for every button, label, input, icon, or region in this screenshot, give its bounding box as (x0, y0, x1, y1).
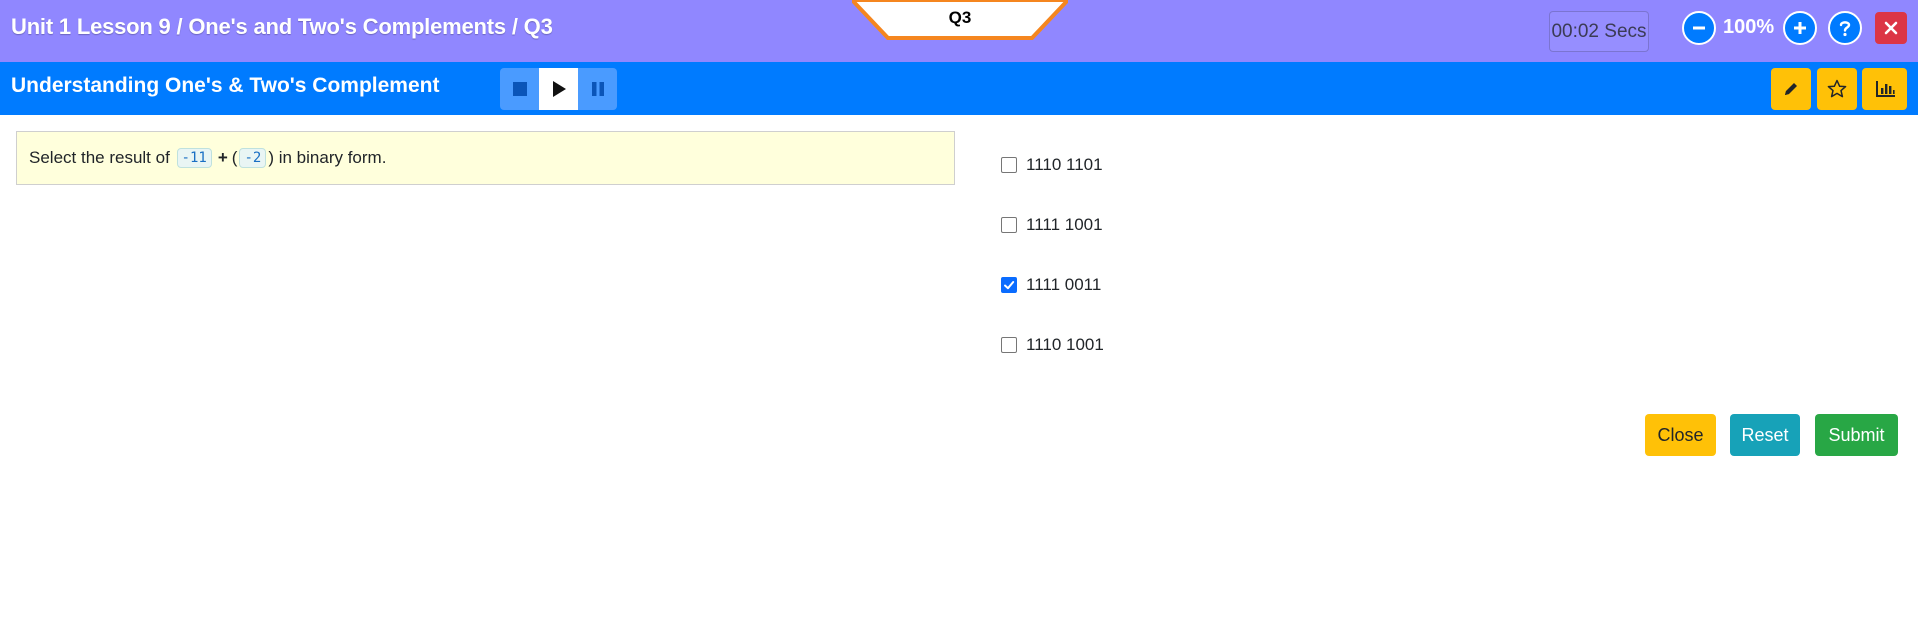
operand-code: -11 (176, 148, 212, 168)
option-label: 1111 1001 (1026, 215, 1103, 234)
open-paren: ( (231, 148, 238, 167)
top-bar: Unit 1 Lesson 9 / One's and Two's Comple… (0, 0, 1918, 62)
operand-code: -2 (239, 148, 267, 168)
option-label: 1110 1001 (1026, 335, 1104, 354)
answer-option[interactable]: 1110 1001 (1001, 333, 1104, 357)
star-button[interactable] (1817, 68, 1857, 110)
pause-button[interactable] (578, 68, 617, 110)
zoom-level: 100% (1723, 16, 1775, 38)
checkmark-icon (1004, 281, 1015, 290)
question-suffix: in binary form. (278, 148, 387, 167)
option-checkbox[interactable] (1001, 217, 1017, 233)
pencil-icon (1785, 83, 1797, 95)
option-label: 1110 1101 (1026, 155, 1103, 174)
play-button[interactable] (539, 68, 578, 110)
zoom-in-button[interactable] (1783, 11, 1817, 45)
question-prefix: Select the result of (29, 148, 170, 167)
stop-icon (512, 82, 527, 96)
stop-button[interactable] (500, 68, 539, 110)
statistics-button[interactable] (1862, 68, 1907, 110)
option-checkbox[interactable] (1001, 337, 1017, 353)
close-icon (1884, 21, 1898, 35)
pencil-button[interactable] (1771, 68, 1811, 110)
plus-circle-icon (1794, 22, 1806, 34)
help-button[interactable] (1828, 11, 1862, 45)
question-tab-label: Q3 (948, 8, 972, 27)
lesson-title: Understanding One's & Two's Complement (11, 74, 440, 97)
question-prompt: Select the result of -11 +(-2) in binary … (16, 131, 955, 185)
answer-option[interactable]: 1111 0011 (1001, 273, 1101, 297)
option-checkbox[interactable] (1001, 157, 1017, 173)
breadcrumb: Unit 1 Lesson 9 / One's and Two's Comple… (11, 14, 553, 39)
lesson-bar: Understanding One's & Two's Complement (0, 62, 1918, 115)
answer-option[interactable]: 1110 1101 (1001, 153, 1103, 177)
close-window-button[interactable] (1875, 12, 1907, 44)
reset-button[interactable]: Reset (1730, 414, 1800, 456)
operator: + (217, 148, 228, 167)
minus-circle-icon (1693, 26, 1705, 30)
answer-option[interactable]: 1111 1001 (1001, 213, 1103, 237)
option-checkbox[interactable] (1001, 277, 1017, 293)
star-icon (1827, 79, 1847, 98)
submit-button[interactable]: Submit (1815, 414, 1898, 456)
close-paren: ) (268, 148, 274, 167)
media-controls (500, 68, 617, 110)
play-icon (552, 81, 566, 97)
question-tab[interactable]: Q3 (852, 0, 1068, 41)
pause-icon (591, 82, 604, 96)
close-button[interactable]: Close (1645, 414, 1716, 456)
bar-chart-icon (1875, 81, 1895, 97)
question-circle-icon (1839, 21, 1851, 37)
timer-display: 00:02 Secs (1549, 11, 1649, 52)
option-label: 1111 0011 (1026, 275, 1102, 294)
zoom-out-button[interactable] (1682, 11, 1716, 45)
